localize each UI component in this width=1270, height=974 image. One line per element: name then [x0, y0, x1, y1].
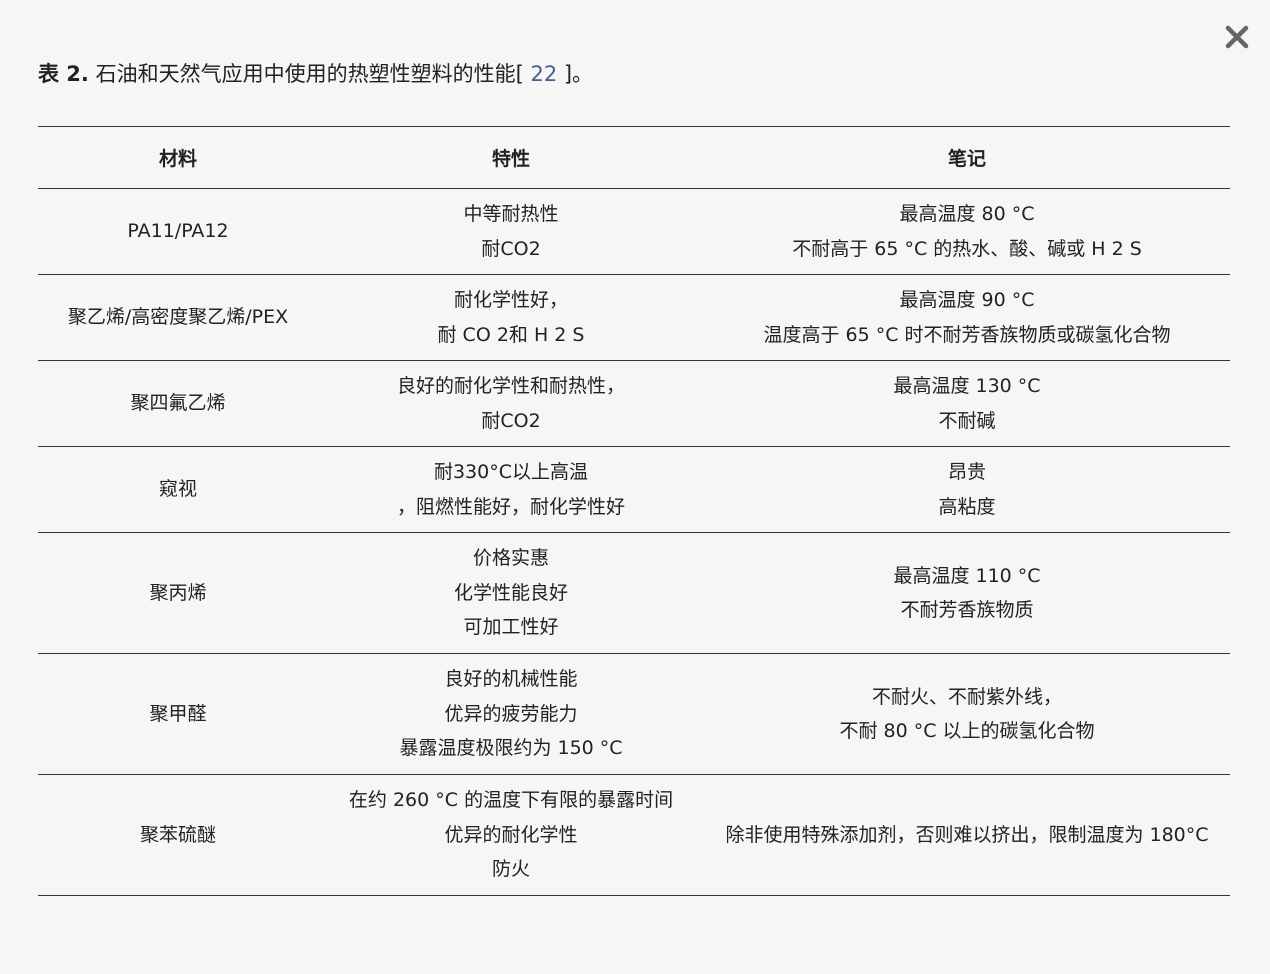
caption-reference-link[interactable]: 22: [530, 62, 557, 86]
property-line: ，阻燃性能好，耐化学性好: [396, 495, 625, 518]
caption-text: 石油和天然气应用中使用的热塑性塑料的性能[: [88, 62, 531, 86]
caption-end: ]。: [557, 62, 594, 86]
note-line: 最高温度 80 °C: [899, 203, 1035, 225]
property-line: 在约 260 °C 的温度下有限的暴露时间: [348, 789, 674, 812]
property-line: 价格实惠: [472, 547, 549, 570]
note-line: 不耐 80 °C 以上的碳氢化合物: [839, 720, 1095, 742]
properties-cell: 良好的耐化学性和耐热性， 耐CO2: [318, 360, 704, 447]
close-icon[interactable]: [1222, 22, 1252, 52]
table-row: 窥视 耐330°C以上高温 ，阻燃性能好，耐化学性好 昂贵 高粘度: [38, 446, 1230, 533]
header-properties: 特性: [318, 126, 704, 189]
table-row: 聚四氟乙烯 良好的耐化学性和耐热性， 耐CO2 最高温度 130 °C 不耐碱: [38, 360, 1230, 447]
property-line: 耐化学性好，: [453, 289, 568, 311]
note-line: 除非使用特殊添加剂，否则难以挤出，限制温度为 180°C: [725, 823, 1209, 846]
property-line: 耐CO2: [481, 237, 541, 260]
caption-label: 表 2.: [38, 62, 89, 86]
note-line: 不耐高于 65 °C 的热水、酸、碱或 H 2 S: [792, 237, 1142, 260]
properties-cell: 价格实惠 化学性能良好 可加工性好: [318, 532, 704, 654]
material-cell: 聚乙烯/高密度聚乙烯/PEX: [38, 274, 318, 361]
property-line: 中等耐热性: [463, 203, 559, 225]
properties-cell: 中等耐热性 耐CO2: [318, 188, 704, 275]
material-cell: 聚甲醛: [38, 653, 318, 775]
notes-cell: 最高温度 110 °C 不耐芳香族物质: [704, 532, 1230, 654]
property-line: 化学性能良好: [453, 581, 568, 604]
property-line: 良好的耐化学性和耐热性，: [396, 375, 625, 397]
close-button[interactable]: [1222, 22, 1252, 52]
header-notes: 笔记: [704, 126, 1230, 189]
notes-cell: 最高温度 80 °C 不耐高于 65 °C 的热水、酸、碱或 H 2 S: [704, 188, 1230, 275]
properties-table: 材料 特性 笔记 PA11/PA12 中等耐热性 耐CO2 最高温度 80 °C…: [38, 126, 1230, 896]
notes-cell: 不耐火、不耐紫外线， 不耐 80 °C 以上的碳氢化合物: [704, 653, 1230, 775]
notes-cell: 最高温度 130 °C 不耐碱: [704, 360, 1230, 447]
property-line: 暴露温度极限约为 150 °C: [399, 737, 623, 760]
table-row: 聚丙烯 价格实惠 化学性能良好 可加工性好 最高温度 110 °C 不耐芳香族物…: [38, 532, 1230, 654]
note-line: 最高温度 110 °C: [893, 564, 1041, 587]
material-cell: PA11/PA12: [38, 188, 318, 275]
note-line: 最高温度 130 °C: [893, 375, 1041, 397]
note-line: 不耐碱: [938, 409, 996, 432]
material-cell: 聚丙烯: [38, 532, 318, 654]
note-line: 昂贵: [947, 461, 986, 483]
table-row: 聚苯硫醚 在约 260 °C 的温度下有限的暴露时间 优异的耐化学性 防火 除非…: [38, 774, 1230, 896]
table-row: 聚甲醛 良好的机械性能 优异的疲劳能力 暴露温度极限约为 150 °C 不耐火、…: [38, 653, 1230, 775]
note-line: 不耐火、不耐紫外线，: [871, 685, 1062, 708]
table-row: PA11/PA12 中等耐热性 耐CO2 最高温度 80 °C 不耐高于 65 …: [38, 188, 1230, 275]
property-line: 耐 CO 2和 H 2 S: [437, 323, 585, 346]
property-line: 防火: [491, 858, 530, 881]
table-header-row: 材料 特性 笔记: [38, 126, 1230, 189]
properties-cell: 耐330°C以上高温 ，阻燃性能好，耐化学性好: [318, 446, 704, 533]
material-cell: 窥视: [38, 446, 318, 533]
property-line: 优异的耐化学性: [444, 823, 578, 846]
table-caption: 表 2. 石油和天然气应用中使用的热塑性塑料的性能[ 22 ]。: [38, 58, 593, 90]
table-row: 聚乙烯/高密度聚乙烯/PEX 耐化学性好， 耐 CO 2和 H 2 S 最高温度…: [38, 274, 1230, 361]
notes-cell: 昂贵 高粘度: [704, 446, 1230, 533]
properties-cell: 良好的机械性能 优异的疲劳能力 暴露温度极限约为 150 °C: [318, 653, 704, 775]
property-line: 耐330°C以上高温: [433, 461, 589, 483]
properties-cell: 耐化学性好， 耐 CO 2和 H 2 S: [318, 274, 704, 361]
property-line: 良好的机械性能: [444, 668, 578, 691]
property-line: 可加工性好: [463, 616, 559, 639]
note-line: 高粘度: [938, 495, 996, 518]
property-line: 优异的疲劳能力: [444, 702, 578, 725]
note-line: 最高温度 90 °C: [899, 289, 1035, 311]
table-body: PA11/PA12 中等耐热性 耐CO2 最高温度 80 °C 不耐高于 65 …: [38, 188, 1230, 896]
note-line: 不耐芳香族物质: [900, 599, 1034, 621]
property-line: 耐CO2: [481, 409, 541, 432]
material-cell: 聚四氟乙烯: [38, 360, 318, 447]
notes-cell: 最高温度 90 °C 温度高于 65 °C 时不耐芳香族物质或碳氢化合物: [704, 274, 1230, 361]
material-cell: 聚苯硫醚: [38, 774, 318, 896]
notes-cell: 除非使用特殊添加剂，否则难以挤出，限制温度为 180°C: [704, 774, 1230, 896]
note-line: 温度高于 65 °C 时不耐芳香族物质或碳氢化合物: [763, 323, 1171, 346]
properties-cell: 在约 260 °C 的温度下有限的暴露时间 优异的耐化学性 防火: [318, 774, 704, 896]
header-material: 材料: [38, 126, 318, 189]
